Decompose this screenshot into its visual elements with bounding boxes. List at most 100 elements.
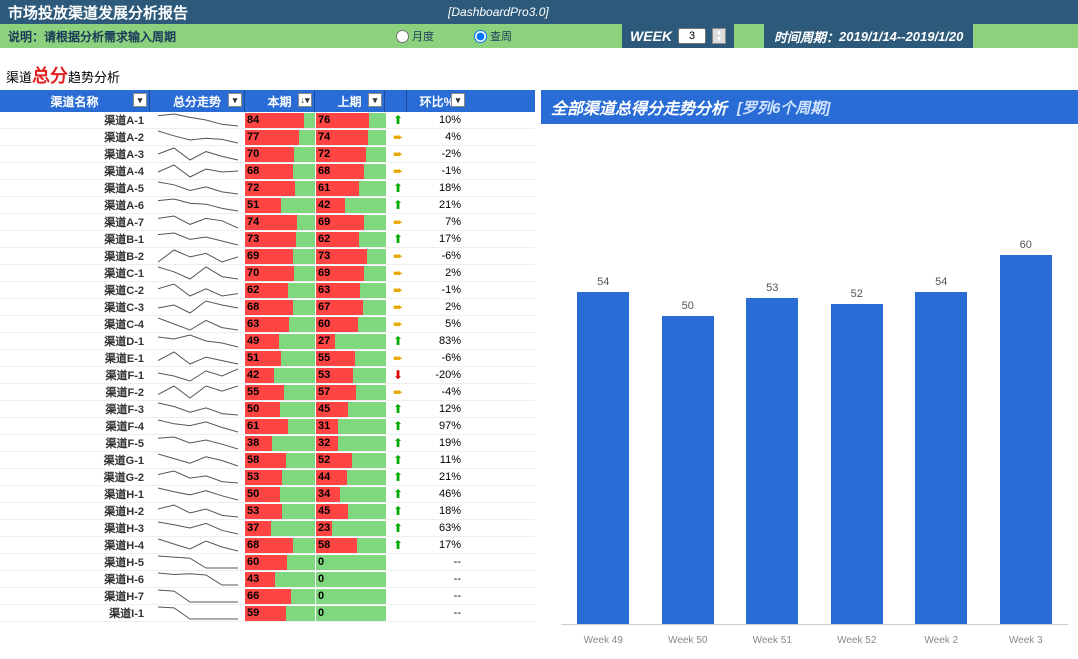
table-row: 渠道C-26263➨-1% bbox=[0, 282, 535, 299]
trend-arrow-icon: ⬆ bbox=[387, 436, 409, 450]
sort-dropdown-icon[interactable]: ↓▾ bbox=[298, 93, 312, 107]
cell-sparkline bbox=[150, 555, 245, 569]
cell-channel-name: 渠道C-2 bbox=[0, 282, 150, 298]
spin-up-icon[interactable]: ▲ bbox=[713, 29, 725, 36]
filter-dropdown-icon[interactable]: ▾ bbox=[133, 93, 147, 107]
cell-current: 70 bbox=[245, 147, 315, 162]
cell-sparkline bbox=[150, 419, 245, 433]
cell-current: 53 bbox=[245, 504, 315, 519]
trend-arrow-icon: ⬆ bbox=[387, 521, 409, 535]
cell-change-pct: 18% bbox=[409, 182, 469, 194]
filter-dropdown-icon[interactable]: ▾ bbox=[368, 93, 382, 107]
cell-sparkline bbox=[150, 113, 245, 127]
bar-rect bbox=[831, 304, 883, 624]
radio-month-label[interactable]: 月度 bbox=[396, 28, 434, 44]
cell-channel-name: 渠道A-5 bbox=[0, 180, 150, 196]
chart-panel: 全部渠道总得分走势分析 [罗列6个周期] 545053525460 Week 4… bbox=[535, 90, 1078, 654]
trend-arrow-icon: ⬆ bbox=[387, 113, 409, 127]
cell-change-pct: 10% bbox=[409, 114, 469, 126]
x-tick-label: Week 52 bbox=[822, 635, 892, 646]
cell-current: 68 bbox=[245, 538, 315, 553]
cell-previous: 68 bbox=[316, 164, 386, 179]
week-input[interactable] bbox=[678, 28, 706, 44]
bar-value-label: 54 bbox=[597, 276, 609, 288]
cell-current: 50 bbox=[245, 402, 315, 417]
radio-week[interactable] bbox=[474, 30, 487, 43]
trend-arrow-icon: ➨ bbox=[387, 283, 409, 297]
bar-column: 53 bbox=[737, 282, 807, 624]
trend-arrow-icon: ➨ bbox=[387, 266, 409, 280]
th-trend: 总分走势▾ bbox=[150, 90, 245, 112]
cell-previous: 58 bbox=[316, 538, 386, 553]
table-row: 渠道F-14253⬇-20% bbox=[0, 367, 535, 384]
table-row: 渠道I-1590-- bbox=[0, 605, 535, 622]
table-row: 渠道A-57261⬆18% bbox=[0, 180, 535, 197]
table-row: 渠道C-17069➨2% bbox=[0, 265, 535, 282]
cell-previous: 31 bbox=[316, 419, 386, 434]
radio-month[interactable] bbox=[396, 30, 409, 43]
cell-previous: 72 bbox=[316, 147, 386, 162]
cell-sparkline bbox=[150, 249, 245, 263]
cell-sparkline bbox=[150, 130, 245, 144]
x-tick-label: Week 3 bbox=[991, 635, 1061, 646]
cell-channel-name: 渠道G-2 bbox=[0, 469, 150, 485]
week-spinner[interactable]: ▲▼ bbox=[712, 28, 726, 44]
table-row: 渠道A-27774➨4% bbox=[0, 129, 535, 146]
table-row: 渠道F-53832⬆19% bbox=[0, 435, 535, 452]
cell-change-pct: 97% bbox=[409, 420, 469, 432]
cell-sparkline bbox=[150, 181, 245, 195]
trend-arrow-icon: ➨ bbox=[387, 385, 409, 399]
cell-change-pct: 11% bbox=[409, 454, 469, 466]
cell-current: 51 bbox=[245, 351, 315, 366]
cell-current: 53 bbox=[245, 470, 315, 485]
cell-previous: 45 bbox=[316, 402, 386, 417]
cell-channel-name: 渠道D-1 bbox=[0, 333, 150, 349]
cell-channel-name: 渠道C-4 bbox=[0, 316, 150, 332]
trend-arrow-icon: ⬆ bbox=[387, 504, 409, 518]
th-previous: 上期▾ bbox=[315, 90, 385, 112]
cell-sparkline bbox=[150, 198, 245, 212]
spin-down-icon[interactable]: ▼ bbox=[713, 36, 725, 43]
cell-change-pct: -20% bbox=[409, 369, 469, 381]
bar-value-label: 54 bbox=[935, 276, 947, 288]
cell-current: 74 bbox=[245, 215, 315, 230]
cell-sparkline bbox=[150, 487, 245, 501]
cell-sparkline bbox=[150, 283, 245, 297]
cell-previous: 69 bbox=[316, 266, 386, 281]
table-row: 渠道C-46360➨5% bbox=[0, 316, 535, 333]
cell-current: 61 bbox=[245, 419, 315, 434]
cell-change-pct: 4% bbox=[409, 131, 469, 143]
bar-column: 54 bbox=[568, 276, 638, 624]
table-row: 渠道B-17362⬆17% bbox=[0, 231, 535, 248]
bar-column: 60 bbox=[991, 239, 1061, 624]
cell-current: 63 bbox=[245, 317, 315, 332]
trend-arrow-icon: ⬆ bbox=[387, 334, 409, 348]
bar-value-label: 50 bbox=[682, 300, 694, 312]
filter-dropdown-icon[interactable]: ▾ bbox=[228, 93, 242, 107]
cell-previous: 53 bbox=[316, 368, 386, 383]
cell-current: 66 bbox=[245, 589, 315, 604]
trend-arrow-icon: ⬆ bbox=[387, 487, 409, 501]
table-row: 渠道F-25557➨-4% bbox=[0, 384, 535, 401]
cell-channel-name: 渠道C-1 bbox=[0, 265, 150, 281]
table-row: 渠道A-46868➨-1% bbox=[0, 163, 535, 180]
cell-channel-name: 渠道I-1 bbox=[0, 605, 150, 621]
cell-channel-name: 渠道H-1 bbox=[0, 486, 150, 502]
trend-arrow-icon: ➨ bbox=[387, 215, 409, 229]
cell-change-pct: 12% bbox=[409, 403, 469, 415]
th-arrow bbox=[385, 90, 407, 112]
cell-change-pct: -1% bbox=[409, 165, 469, 177]
bar-rect bbox=[915, 292, 967, 624]
cell-current: 72 bbox=[245, 181, 315, 196]
table-row: 渠道H-33723⬆63% bbox=[0, 520, 535, 537]
cell-channel-name: 渠道A-3 bbox=[0, 146, 150, 162]
x-axis-line bbox=[561, 624, 1068, 625]
filter-dropdown-icon[interactable]: ▾ bbox=[451, 93, 465, 107]
cell-change-pct: -6% bbox=[409, 250, 469, 262]
cell-sparkline bbox=[150, 572, 245, 586]
radio-week-label[interactable]: 查周 bbox=[474, 28, 512, 44]
cell-change-pct: -2% bbox=[409, 148, 469, 160]
table-row: 渠道D-14927⬆83% bbox=[0, 333, 535, 350]
cell-previous: 42 bbox=[316, 198, 386, 213]
bar-value-label: 60 bbox=[1020, 239, 1032, 251]
